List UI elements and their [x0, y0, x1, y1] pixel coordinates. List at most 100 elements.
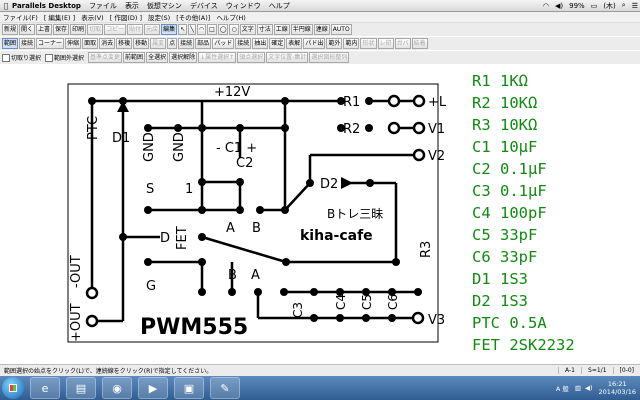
- cut-button[interactable]: 切取: [87, 24, 104, 35]
- mac-app-menu[interactable]: Parallels Desktop: [12, 2, 81, 10]
- menu-other[interactable]: [その他(A)]: [176, 12, 210, 22]
- menu-file[interactable]: ファイル(F): [3, 12, 38, 22]
- prev-range-button[interactable]: 前範囲: [123, 52, 146, 63]
- part-button[interactable]: 部品: [195, 38, 212, 49]
- attr-select-button[interactable]: ↓属性選択↑: [198, 52, 237, 63]
- mac-datetime[interactable]: (木): [603, 1, 615, 11]
- mac-menu-help[interactable]: ヘルプ: [269, 1, 290, 11]
- point-button[interactable]: 点: [167, 38, 178, 49]
- mac-menu-file[interactable]: ファイル: [89, 1, 117, 11]
- mark-button[interactable]: レ印: [377, 38, 394, 49]
- rect-tool-icon[interactable]: □: [207, 24, 217, 35]
- menu-draw[interactable]: [ 作図(D) ]: [110, 12, 142, 22]
- media-player-icon[interactable]: ▶: [138, 377, 168, 399]
- paste-button[interactable]: 貼付: [127, 24, 144, 35]
- text-button[interactable]: 文字: [239, 24, 256, 35]
- menu-help[interactable]: ヘルプ(H): [216, 12, 245, 22]
- connect3-button[interactable]: 接続: [235, 38, 252, 49]
- save-button[interactable]: 保存: [53, 24, 70, 35]
- ie-icon[interactable]: e: [30, 377, 60, 399]
- mac-menubar:  Parallels Desktop ファイル 表示 仮想マシン デバイス ウ…: [0, 0, 640, 12]
- cursor-tool-icon[interactable]: ↖: [178, 24, 188, 35]
- clock[interactable]: 16:21 2014/03/16: [599, 380, 636, 396]
- extract-button[interactable]: 抽出: [252, 38, 269, 49]
- menu-settings[interactable]: 設定(S): [148, 12, 170, 22]
- stretch-button[interactable]: 伸縮: [65, 38, 82, 49]
- corner-button[interactable]: コーナー: [36, 38, 65, 49]
- cut-select-label: 切取り選択: [11, 55, 42, 62]
- wifi-icon[interactable]: ◠: [543, 2, 549, 10]
- outside-button[interactable]: 範外: [326, 38, 343, 49]
- start-button[interactable]: [2, 377, 24, 399]
- label-b2: B: [228, 268, 237, 283]
- connect2-button[interactable]: 接続: [178, 38, 195, 49]
- parts-list-item: R2 10KΩ: [472, 94, 538, 112]
- mac-menu-view[interactable]: 表示: [125, 1, 139, 11]
- pad-out-button[interactable]: パド出: [303, 38, 326, 49]
- label-gnd-1: GND: [142, 132, 157, 162]
- half-circle-button[interactable]: 半円線: [290, 24, 313, 35]
- menu-edit[interactable]: [ 編集(E) ]: [44, 12, 75, 22]
- dimension-button[interactable]: 寸法: [256, 24, 273, 35]
- list-icon[interactable]: ☰: [632, 2, 638, 10]
- label-title: PWM555: [140, 315, 248, 340]
- ellipse-tool-icon[interactable]: ◯: [217, 24, 229, 35]
- gaba-button[interactable]: ガバ: [394, 38, 411, 49]
- print-button[interactable]: 印刷: [70, 24, 87, 35]
- chamfer-button[interactable]: 面取: [82, 38, 99, 49]
- pad-button[interactable]: パッド: [212, 38, 235, 49]
- inside-button[interactable]: 範内: [343, 38, 360, 49]
- deselect-button[interactable]: 選択解除: [169, 52, 198, 63]
- parts-list-item: C6 33pF: [472, 248, 538, 266]
- move-copy-button[interactable]: 移複: [116, 38, 133, 49]
- line-tool-icon[interactable]: ╲: [188, 24, 196, 35]
- auto-button[interactable]: AUTO: [330, 24, 352, 35]
- label-d: D: [160, 231, 170, 246]
- explorer-icon[interactable]: ▤: [66, 377, 96, 399]
- speaker-icon[interactable]: ◀): [585, 384, 593, 392]
- erase-button[interactable]: 消去: [99, 38, 116, 49]
- chain-line-button[interactable]: 連線: [313, 24, 330, 35]
- point-select-button[interactable]: 領点選択: [237, 52, 266, 63]
- chrome-icon[interactable]: ◉: [102, 377, 132, 399]
- work-line-button[interactable]: 工線: [273, 24, 290, 35]
- mac-menu-vm[interactable]: 仮想マシン: [147, 1, 182, 11]
- parts-list-item: R1 1KΩ: [472, 72, 528, 90]
- apple-icon[interactable]: : [0, 2, 12, 10]
- drawing-canvas[interactable]: +12V R1 R2 +L V1 V2 V3 PTC D1 GND GND - …: [0, 66, 640, 364]
- confirm-button[interactable]: 確定: [269, 38, 286, 49]
- base-point-button[interactable]: 基準点変更: [88, 52, 123, 63]
- volume-icon[interactable]: ◀): [555, 2, 563, 10]
- attr-change-button[interactable]: 属変: [150, 38, 167, 49]
- network-icon[interactable]: ▥: [575, 384, 581, 392]
- label-gnd-2: GND: [172, 132, 187, 162]
- edit-mode-button[interactable]: 編集: [161, 24, 178, 35]
- connect-button[interactable]: 接続: [19, 38, 36, 49]
- copy-button[interactable]: コピー: [104, 24, 127, 35]
- join-button[interactable]: 結着: [411, 38, 428, 49]
- cad-app-icon[interactable]: ✎: [210, 377, 240, 399]
- text-pos-button[interactable]: 文字位置-集計: [266, 52, 309, 63]
- menu-view[interactable]: 表示(V): [81, 12, 104, 22]
- circle-tool-icon[interactable]: ○: [229, 24, 239, 35]
- outside-select-checkbox[interactable]: 範囲外選択: [45, 53, 84, 62]
- arc-tool-icon[interactable]: ◠: [196, 24, 207, 35]
- overwrite-button[interactable]: 上書: [36, 24, 53, 35]
- label-plus-l: +L: [428, 95, 447, 110]
- range-button[interactable]: 範囲: [2, 38, 19, 49]
- select-all-button[interactable]: 全選択: [146, 52, 169, 63]
- new-button[interactable]: 新規: [2, 24, 19, 35]
- mac-menu-devices[interactable]: デバイス: [190, 1, 218, 11]
- shape-button[interactable]: 形状: [360, 38, 377, 49]
- table-button[interactable]: 表解: [286, 38, 303, 49]
- undo-button[interactable]: 元戻: [144, 24, 161, 35]
- terminal-icon[interactable]: ▣: [174, 377, 204, 399]
- battery-label[interactable]: 99%: [569, 2, 585, 10]
- mac-menu-window[interactable]: ウィンドウ: [226, 1, 261, 11]
- cut-select-checkbox[interactable]: 切取り選択: [2, 53, 41, 62]
- ime-icon[interactable]: A 般: [556, 383, 569, 393]
- search-icon[interactable]: ⌕: [622, 1, 626, 10]
- move-button[interactable]: 移動: [133, 38, 150, 49]
- open-button[interactable]: 開く: [19, 24, 36, 35]
- align-shapes-button[interactable]: 選択図形整列: [309, 52, 350, 63]
